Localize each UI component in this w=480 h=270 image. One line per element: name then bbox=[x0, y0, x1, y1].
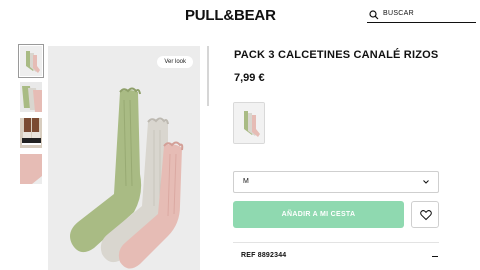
wishlist-button[interactable] bbox=[411, 201, 439, 228]
product-price: 7,99 € bbox=[234, 72, 265, 84]
section-divider bbox=[233, 242, 439, 243]
add-to-cart-button[interactable]: AÑADIR A MI CESTA bbox=[233, 201, 404, 228]
header: PULL&BEAR BUSCAR bbox=[0, 0, 480, 34]
chevron-down-icon bbox=[423, 180, 429, 184]
search-bar[interactable]: BUSCAR bbox=[367, 9, 476, 23]
size-selected-value: M bbox=[243, 178, 249, 185]
collapse-toggle-icon[interactable] bbox=[432, 256, 438, 257]
search-label[interactable]: BUSCAR bbox=[383, 10, 414, 17]
search-icon bbox=[369, 10, 379, 20]
color-option[interactable] bbox=[233, 102, 265, 144]
brand-logo[interactable]: PULL&BEAR bbox=[185, 7, 276, 24]
color-swatch-image bbox=[234, 103, 264, 143]
socks-thumbnail-image bbox=[20, 46, 42, 76]
socks-product-image bbox=[48, 46, 200, 270]
size-select[interactable]: M bbox=[233, 171, 439, 193]
heart-icon bbox=[420, 210, 432, 221]
product-main-image[interactable]: Ver look bbox=[48, 46, 200, 270]
socks-worn-image bbox=[20, 118, 42, 148]
gallery-scrollbar[interactable] bbox=[207, 46, 209, 106]
thumbnail-3[interactable] bbox=[20, 118, 42, 148]
thumbnail-2[interactable] bbox=[20, 82, 42, 112]
thumbnail-1[interactable] bbox=[18, 44, 44, 78]
product-title: PACK 3 CALCETINES CANALÉ RIZOS bbox=[234, 49, 439, 61]
ver-look-button[interactable]: Ver look bbox=[157, 56, 193, 68]
socks-detail-image bbox=[20, 82, 42, 112]
socks-pink-image bbox=[20, 154, 42, 184]
thumbnail-4[interactable] bbox=[20, 154, 42, 184]
product-reference: REF 8892344 bbox=[241, 252, 287, 259]
